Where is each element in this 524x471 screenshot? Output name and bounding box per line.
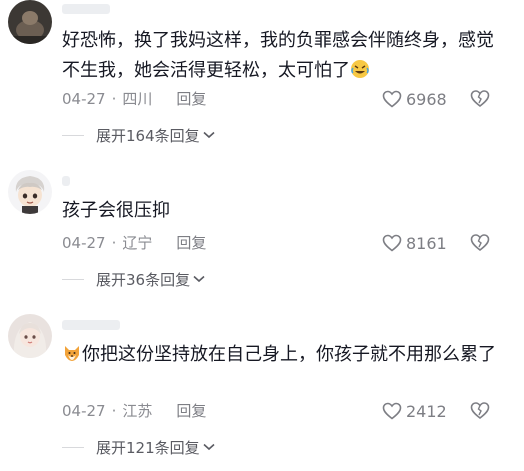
like-button[interactable]: 2412 xyxy=(382,400,447,422)
rolling-on-floor-laughing-emoji-icon xyxy=(351,60,369,78)
avatar-image-icon xyxy=(8,170,52,214)
expand-replies-label: 展开121条回复 xyxy=(96,438,200,457)
avatar-image-icon xyxy=(8,314,52,358)
expand-replies-label: 展开164条回复 xyxy=(96,126,200,145)
divider-line xyxy=(62,446,84,448)
reply-button[interactable]: 回复 xyxy=(176,88,206,110)
like-count: 2412 xyxy=(406,401,447,421)
like-button[interactable]: 8161 xyxy=(382,232,447,254)
heart-outline-icon xyxy=(382,90,402,108)
username-redacted[interactable] xyxy=(62,4,110,14)
reply-button[interactable]: 回复 xyxy=(176,232,206,254)
comment-location: 四川 xyxy=(122,90,153,108)
meta-separator: · xyxy=(111,402,117,420)
meta-separator: · xyxy=(111,90,117,108)
comment-location: 江苏 xyxy=(122,402,153,420)
chevron-down-icon xyxy=(203,443,215,451)
username-redacted[interactable] xyxy=(62,176,70,186)
expand-replies-button[interactable]: 展开36条回复 xyxy=(62,268,205,290)
username-redacted[interactable] xyxy=(62,320,120,330)
expand-replies-button[interactable]: 展开121条回复 xyxy=(62,436,215,458)
comment-text: 孩子会很压抑 xyxy=(62,200,170,221)
divider-line xyxy=(62,278,84,280)
fox-emoji-icon xyxy=(65,346,79,361)
comment-date: 04-27 xyxy=(62,402,106,420)
broken-heart-icon[interactable] xyxy=(470,89,490,109)
avatar[interactable] xyxy=(8,0,52,44)
reply-button[interactable]: 回复 xyxy=(176,400,206,422)
comment-text: 你把这份坚持放在自己身上，你孩子就不用那么累了 xyxy=(62,340,502,370)
comment-meta: 04-27 · 辽宁 回复 xyxy=(62,232,206,254)
avatar[interactable] xyxy=(8,170,52,214)
like-button[interactable]: 6968 xyxy=(382,88,447,110)
meta-separator: · xyxy=(111,234,117,252)
expand-replies-button[interactable]: 展开164条回复 xyxy=(62,124,215,146)
comment-date: 04-27 xyxy=(62,90,106,108)
comment-date: 04-27 xyxy=(62,234,106,252)
comment-meta: 04-27 · 四川 回复 xyxy=(62,88,206,110)
expand-replies-label: 展开36条回复 xyxy=(96,270,191,289)
comment-meta: 04-27 · 江苏 回复 xyxy=(62,400,206,422)
divider-line xyxy=(62,134,84,136)
broken-heart-icon[interactable] xyxy=(470,401,490,421)
avatar-image-icon xyxy=(8,0,52,44)
like-count: 6968 xyxy=(406,89,447,109)
chevron-down-icon xyxy=(193,275,205,283)
broken-heart-icon[interactable] xyxy=(470,233,490,253)
comment-text: 好恐怖，换了我妈这样，我的负罪感会伴随终身，感觉不生我，她会活得更轻松，太可怕了 xyxy=(62,30,494,81)
heart-outline-icon xyxy=(382,234,402,252)
comment-location: 辽宁 xyxy=(122,234,153,252)
like-count: 8161 xyxy=(406,233,447,253)
heart-outline-icon xyxy=(382,402,402,420)
chevron-down-icon xyxy=(203,131,215,139)
avatar[interactable] xyxy=(8,314,52,358)
